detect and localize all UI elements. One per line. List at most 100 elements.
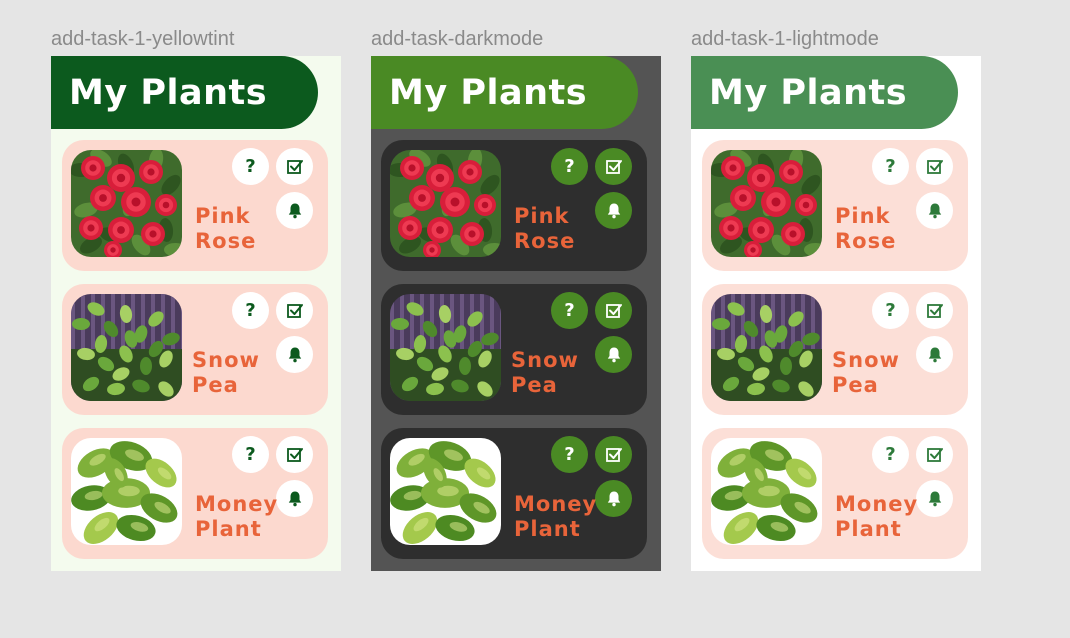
- plant-name: Snow Pea: [511, 348, 579, 398]
- reminder-button[interactable]: [276, 336, 313, 373]
- plant-name: Money Plant: [835, 492, 918, 542]
- plant-name-line2: Rose: [514, 229, 576, 253]
- add-task-button[interactable]: [916, 148, 953, 185]
- plant-name-line1: Snow: [511, 348, 579, 372]
- plant-card[interactable]: ? Pink Rose: [381, 140, 647, 271]
- plant-name-line2: Pea: [192, 373, 239, 397]
- question-icon: ?: [245, 299, 256, 321]
- help-button[interactable]: ?: [232, 436, 269, 473]
- help-button[interactable]: ?: [551, 436, 588, 473]
- bell-icon: [927, 490, 943, 507]
- reminder-button[interactable]: [595, 192, 632, 229]
- bell-icon: [606, 346, 622, 363]
- question-icon: ?: [564, 155, 575, 177]
- page-title: My Plants: [69, 73, 268, 113]
- help-button[interactable]: ?: [872, 148, 909, 185]
- frame-label: add-task-darkmode: [371, 28, 544, 50]
- add-task-button[interactable]: [916, 436, 953, 473]
- add-task-button[interactable]: [276, 292, 313, 329]
- frame-label: add-task-1-yellowtint: [51, 28, 235, 50]
- reminder-button[interactable]: [916, 192, 953, 229]
- plant-card[interactable]: ? Snow Pea: [381, 284, 647, 415]
- help-button[interactable]: ?: [232, 148, 269, 185]
- help-button[interactable]: ?: [551, 148, 588, 185]
- plant-name-line1: Money: [514, 492, 598, 516]
- plant-name: Snow Pea: [832, 348, 900, 398]
- bell-icon: [287, 490, 303, 507]
- help-button[interactable]: ?: [872, 292, 909, 329]
- checkbox-icon: [926, 158, 944, 176]
- money-plant-photo: [71, 438, 182, 545]
- plant-name-line1: Pink: [195, 204, 251, 228]
- add-task-button[interactable]: [916, 292, 953, 329]
- question-icon: ?: [564, 299, 575, 321]
- phone-frame: My Plants? Pink Rose? Snow Pea? Money Plant: [51, 56, 341, 571]
- checkbox-icon: [605, 446, 623, 464]
- add-task-button[interactable]: [276, 436, 313, 473]
- plant-name-line2: Pea: [832, 373, 879, 397]
- checkbox-icon: [286, 158, 304, 176]
- plant-card[interactable]: ? Money Plant: [62, 428, 328, 559]
- page-title: My Plants: [389, 73, 588, 113]
- checkbox-icon: [286, 446, 304, 464]
- reminder-button[interactable]: [276, 192, 313, 229]
- plant-card[interactable]: ? Money Plant: [702, 428, 968, 559]
- reminder-button[interactable]: [595, 336, 632, 373]
- bell-icon: [606, 202, 622, 219]
- checkbox-icon: [605, 302, 623, 320]
- plant-name-line2: Pea: [511, 373, 558, 397]
- app-header: My Plants: [51, 56, 318, 129]
- checkbox-icon: [926, 446, 944, 464]
- plant-name-line1: Money: [195, 492, 279, 516]
- plant-name-line2: Rose: [195, 229, 257, 253]
- reminder-button[interactable]: [916, 336, 953, 373]
- frame-label: add-task-1-lightmode: [691, 28, 879, 50]
- question-icon: ?: [885, 299, 896, 321]
- plant-name: Money Plant: [514, 492, 597, 542]
- help-button[interactable]: ?: [232, 292, 269, 329]
- app-header: My Plants: [371, 56, 638, 129]
- plant-name-line1: Pink: [835, 204, 891, 228]
- plant-card[interactable]: ? Snow Pea: [702, 284, 968, 415]
- plant-card[interactable]: ? Pink Rose: [62, 140, 328, 271]
- plant-card[interactable]: ? Pink Rose: [702, 140, 968, 271]
- add-task-button[interactable]: [595, 436, 632, 473]
- bell-icon: [927, 202, 943, 219]
- plant-name-line1: Money: [835, 492, 919, 516]
- reminder-button[interactable]: [595, 480, 632, 517]
- snow-pea-photo: [711, 294, 822, 401]
- question-icon: ?: [564, 443, 575, 465]
- plant-name: Pink Rose: [514, 204, 575, 254]
- checkbox-icon: [286, 302, 304, 320]
- page-title: My Plants: [709, 73, 908, 113]
- app-header: My Plants: [691, 56, 958, 129]
- plant-name-line1: Pink: [514, 204, 570, 228]
- snow-pea-photo: [71, 294, 182, 401]
- plant-name-line1: Snow: [832, 348, 900, 372]
- question-icon: ?: [885, 155, 896, 177]
- plant-name-line2: Plant: [835, 517, 902, 541]
- money-plant-photo: [711, 438, 822, 545]
- rose-photo: [711, 150, 822, 257]
- plant-name: Pink Rose: [195, 204, 256, 254]
- add-task-button[interactable]: [276, 148, 313, 185]
- rose-photo: [390, 150, 501, 257]
- reminder-button[interactable]: [276, 480, 313, 517]
- reminder-button[interactable]: [916, 480, 953, 517]
- add-task-button[interactable]: [595, 292, 632, 329]
- question-icon: ?: [245, 155, 256, 177]
- rose-photo: [71, 150, 182, 257]
- question-icon: ?: [885, 443, 896, 465]
- bell-icon: [287, 346, 303, 363]
- help-button[interactable]: ?: [872, 436, 909, 473]
- plant-card[interactable]: ? Snow Pea: [62, 284, 328, 415]
- plant-name-line2: Plant: [514, 517, 581, 541]
- phone-frame: My Plants? Pink Rose? Snow Pea? Money Plant: [371, 56, 661, 571]
- plant-card[interactable]: ? Money Plant: [381, 428, 647, 559]
- plant-name: Snow Pea: [192, 348, 260, 398]
- help-button[interactable]: ?: [551, 292, 588, 329]
- add-task-button[interactable]: [595, 148, 632, 185]
- plant-name: Money Plant: [195, 492, 278, 542]
- plant-name-line2: Rose: [835, 229, 897, 253]
- money-plant-photo: [390, 438, 501, 545]
